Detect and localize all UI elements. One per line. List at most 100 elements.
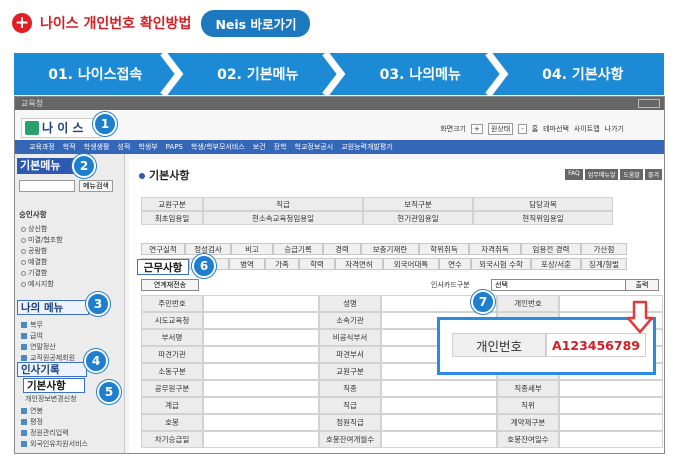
approval-item[interactable]: 예시지함 [21,279,54,289]
logout-link[interactable]: 나가기 [605,124,624,134]
menu-item[interactable]: 학생생활 [84,142,110,152]
folder-label: 평정 [30,418,43,426]
menu-item[interactable]: 교육과정 [29,142,55,152]
content-title-text: 기본사항 [149,169,190,182]
tab-item[interactable]: 가족 [265,258,299,270]
faq-button[interactable]: FAQ [565,169,583,180]
logo-icon [25,121,39,135]
circle-icon [21,259,26,265]
my-menu-tab[interactable]: 나의 메뉴 [17,300,89,315]
neis-shortcut-button[interactable]: Neis 바로가기 [201,9,311,37]
field-value [203,431,319,448]
window-titlebar: 교육청 [15,97,664,110]
zoom-out-button[interactable]: - [518,124,527,134]
folder-item[interactable]: 평정 [21,417,43,427]
menu-item[interactable]: 학적 [63,142,76,152]
tab-item[interactable]: 경력 [323,243,361,255]
field-label: 부서명 [141,329,203,346]
approval-item-label: 미결/협조함 [28,236,63,244]
field-label: 계약제구분 [497,414,559,431]
step-label: 02. 기본메뉴 [217,67,299,83]
tab-item[interactable]: 자격취득 [469,243,521,255]
menu-item[interactable]: 학생/학부모서비스 [191,142,245,152]
tab-item[interactable]: 학력 [299,258,335,270]
favorite-button[interactable]: 즐겨 [644,169,662,180]
step-badge-4: 4 [84,349,108,373]
sitemap-link[interactable]: 사이트맵 [574,124,600,134]
field-label: 개인번호 [497,295,559,312]
approval-item[interactable]: 미결/협조함 [21,235,63,245]
folder-item[interactable]: 급여 [21,331,43,341]
tab-item[interactable]: 정성검사 [185,243,231,255]
tab-item[interactable]: 연구실적 [141,243,185,255]
grid-cell: 교원구분 [141,197,203,211]
approval-item[interactable]: 상신함 [21,224,47,234]
field-label: 교원구분 [319,363,381,380]
field-value [381,397,497,414]
tab-item[interactable]: 임용전 경력 [521,243,581,255]
approval-item[interactable]: 기결함 [21,268,47,278]
field-value [203,414,319,431]
tab-item[interactable]: 연수 [439,258,471,270]
print-button[interactable]: 출력 [625,279,659,291]
menu-item[interactable]: 장학 [274,142,287,152]
tab-item[interactable]: 학위취득 [419,243,469,255]
folder-item[interactable]: 연말정산 [21,342,56,352]
tab-item[interactable]: 외국어대특 [383,258,439,270]
personnel-record-item[interactable]: 인사기록 [17,362,87,377]
folder-item[interactable]: 연봉 [21,406,43,416]
field-label: 호봉 [141,414,203,431]
page-title: 나이스 개인번호 확인방법 [40,16,192,32]
grid-cell: 보직구분 [363,197,473,211]
menu-search-button[interactable]: 메뉴검색 [79,180,113,192]
arrow-down-icon [626,300,654,334]
menu-item[interactable]: 성적 [117,142,130,152]
home-link[interactable]: 홈 [532,124,538,134]
approval-item[interactable]: 공람함 [21,246,47,256]
tab-item[interactable]: 외국시험 수학 [471,258,531,270]
folder-icon [21,441,27,447]
work-info-tab-highlight[interactable]: 근무사항 [137,259,189,275]
approval-item-label: 기결함 [28,269,48,277]
zoom-reset-button[interactable]: 원상태 [487,123,514,135]
tab-item[interactable]: 병역 [229,258,265,270]
step-badge-6: 6 [192,254,216,278]
menu-item[interactable]: 교원능력개발평가 [341,142,393,152]
tab-item[interactable]: 승급기록 [273,243,323,255]
help-button[interactable]: 도움말 [620,169,643,180]
field-label: 호봉잔여개월수 [319,431,381,448]
tab-item[interactable]: 비고 [231,243,273,255]
field-label: 소동구분 [141,363,203,380]
folder-label: 연봉 [30,407,43,415]
link-resend-button[interactable]: 연계재전송 [141,279,199,291]
folder-item[interactable]: 외국인유치원서비스 [21,439,88,449]
zoom-in-button[interactable]: + [470,124,483,134]
manual-button[interactable]: 업무매뉴얼 [584,169,619,180]
field-value [381,380,497,397]
tab-item[interactable]: 보충기재란 [361,243,419,255]
chevron-right-icon [159,53,183,95]
tab-item[interactable]: 포상/서훈 [531,258,581,270]
folder-icon [21,430,27,436]
menu-item[interactable]: 학교정보공시 [295,142,334,152]
basic-menu-tab[interactable]: 기본메뉴 [17,158,77,174]
field-value [203,329,319,346]
theme-link[interactable]: 테마선택 [543,124,569,134]
tab-item[interactable]: 가산점 [581,243,627,255]
menu-search-input[interactable] [19,180,75,192]
folder-item[interactable]: 복무 [21,320,43,330]
tab-item[interactable]: 자격면허 [335,258,383,270]
menu-item[interactable]: 보건 [253,142,266,152]
grid-cell: 현직위임용일 [473,211,613,225]
sub-menu-item[interactable]: 개인정보변경신청 [25,394,77,404]
menu-item[interactable]: 학생부 [138,142,157,152]
field-value [559,380,663,397]
basic-info-item[interactable]: 기본사항 [23,378,85,393]
menu-item[interactable]: PAPS [166,143,183,151]
content-area: 기본사항 FAQ 업무매뉴얼 도움말 즐겨 교원구분 직급 보직구분 담당과목 최초임용… [129,159,664,453]
card-type-select[interactable]: 선택 [491,279,639,291]
tab-item[interactable]: 징계/형벌 [581,258,627,270]
folder-item[interactable]: 정원관리입력 [21,428,69,438]
window-controls[interactable] [638,99,660,108]
approval-item[interactable]: 예결함 [21,257,47,267]
